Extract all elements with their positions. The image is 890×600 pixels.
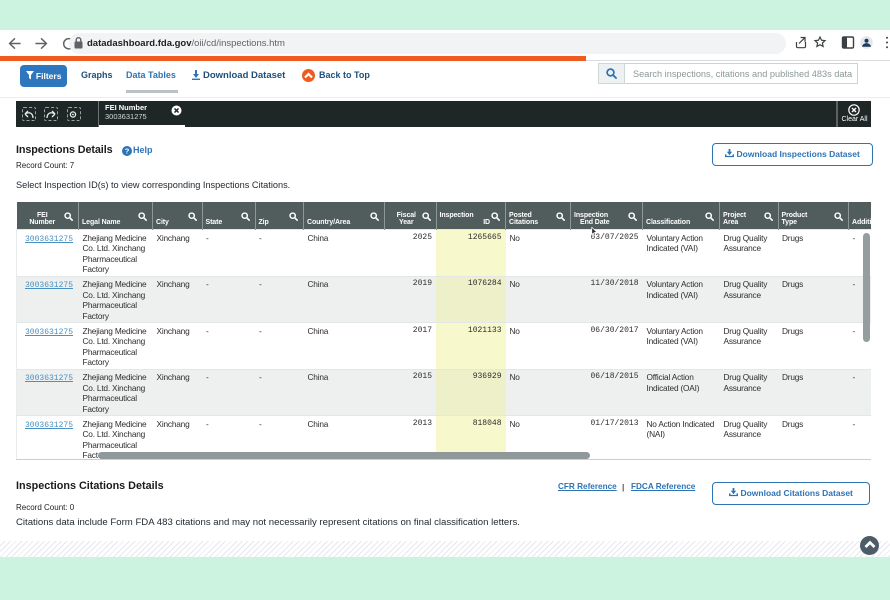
svg-text:?: ? [125,147,130,156]
